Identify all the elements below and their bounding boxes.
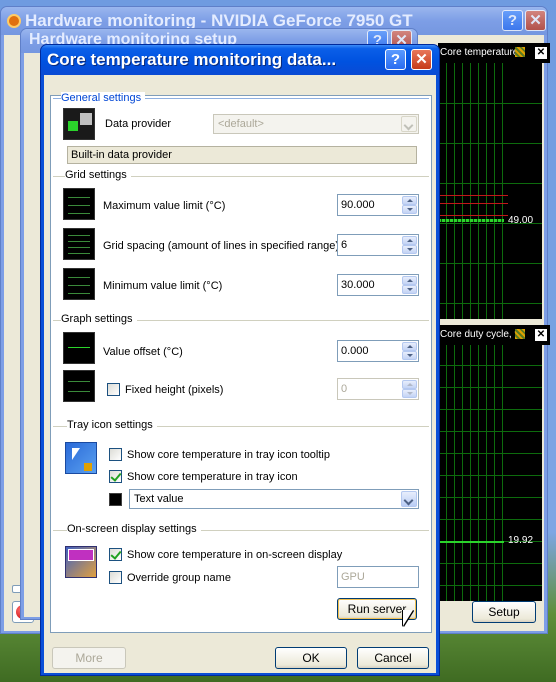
tray-icon-checkbox[interactable] — [109, 470, 122, 483]
data-provider-label: Data provider — [105, 118, 172, 130]
value-offset-spinner[interactable]: 0.000 — [337, 340, 419, 362]
help-button[interactable]: ? — [502, 10, 523, 31]
dialog-help-button[interactable]: ? — [385, 49, 406, 70]
more-button: More — [52, 647, 126, 669]
grid-spacing-value: 6 — [341, 239, 348, 251]
provider-description: Built-in data provider — [71, 149, 172, 161]
osd-settings-heading: On-screen display settings — [67, 523, 201, 535]
grid-spacing-icon — [63, 228, 95, 260]
value-offset-value: 0.000 — [341, 345, 369, 357]
fixed-height-value: 0 — [341, 383, 348, 395]
value-offset-icon — [63, 332, 95, 364]
graph1-area[interactable]: 49.00 — [438, 63, 542, 319]
graph2-close-icon[interactable]: ✕ — [535, 329, 547, 341]
max-limit-icon — [63, 188, 95, 220]
spin-down-icon[interactable] — [402, 351, 417, 360]
data-provider-value: <default> — [218, 118, 264, 130]
setup-button[interactable]: Setup — [472, 601, 536, 623]
graph1-title: Core temperature, °C — [440, 47, 516, 58]
chevron-down-icon[interactable] — [401, 491, 417, 507]
spin-up-icon[interactable] — [402, 196, 417, 205]
provider-description-box: Built-in data provider — [67, 146, 417, 164]
osd-show-checkbox[interactable] — [109, 548, 122, 561]
grid-settings-heading: Grid settings — [65, 169, 131, 181]
graph1-settings-icon[interactable] — [515, 47, 525, 57]
dialog-title: Core temperature monitoring data... — [47, 50, 337, 69]
grid-spacing-spinner[interactable]: 6 — [337, 234, 419, 256]
graph2-settings-icon[interactable] — [515, 329, 525, 339]
spin-up-icon[interactable] — [402, 236, 417, 245]
graph2-title: Core duty cycle, % — [440, 329, 516, 340]
settings-panel: General settings Data provider <default>… — [50, 92, 432, 633]
grid-spacing-label: Grid spacing (amount of lines in specifi… — [103, 240, 340, 252]
osd-show-label[interactable]: Show core temperature in on-screen displ… — [127, 549, 342, 561]
dialog-client: General settings Data provider <default>… — [44, 75, 436, 673]
graph1-limit-line — [438, 195, 508, 196]
close-button[interactable]: ✕ — [525, 10, 546, 31]
spin-up-icon[interactable] — [402, 276, 417, 285]
min-value: 30.000 — [341, 279, 375, 291]
min-value-label: Minimum value limit (°C) — [103, 280, 223, 292]
max-value-spinner[interactable]: 90.000 — [337, 194, 419, 216]
max-value-label: Maximum value limit (°C) — [103, 200, 226, 212]
override-group-checkbox[interactable] — [109, 571, 122, 584]
mouse-cursor-icon — [403, 610, 413, 626]
data-provider-icon — [63, 108, 95, 140]
ok-button[interactable]: OK — [275, 647, 347, 669]
spin-down-icon[interactable] — [402, 245, 417, 254]
graph1-current-value: 49.00 — [508, 215, 534, 226]
fixed-height-checkbox[interactable] — [107, 383, 120, 396]
tray-mode-select[interactable]: Text value — [129, 489, 419, 509]
graph2-area[interactable]: 19.92 — [438, 345, 542, 601]
value-offset-label: Value offset (°C) — [103, 346, 183, 358]
tray-tooltip-checkbox[interactable] — [109, 448, 122, 461]
graph1-limit-line — [438, 215, 508, 216]
graph-settings-heading: Graph settings — [61, 313, 137, 325]
spin-up-icon — [402, 380, 417, 389]
max-value: 90.000 — [341, 199, 375, 211]
fixed-height-icon — [63, 370, 95, 402]
group-name-field: GPU — [337, 566, 419, 588]
graph1-header: Core temperature, °C — [438, 43, 550, 63]
tray-icon-image — [65, 442, 97, 474]
min-limit-icon — [63, 268, 95, 300]
spin-up-icon[interactable] — [402, 342, 417, 351]
graph2-data-line — [438, 541, 504, 543]
graph1-limit-line — [438, 203, 508, 204]
tray-icon-label[interactable]: Show core temperature in tray icon — [127, 471, 298, 483]
dialog-titlebar[interactable]: Core temperature monitoring data... — [41, 45, 439, 75]
spin-down-icon[interactable] — [402, 205, 417, 214]
cancel-button[interactable]: Cancel — [357, 647, 429, 669]
data-provider-select: <default> — [213, 114, 419, 134]
graph1-data-line — [438, 219, 504, 222]
graph2-header: Core duty cycle, % — [438, 325, 550, 345]
graph2-current-value: 19.92 — [508, 535, 534, 546]
tray-mode-value: Text value — [134, 493, 184, 505]
osd-icon — [65, 546, 97, 578]
spin-down-icon[interactable] — [402, 285, 417, 294]
chevron-down-icon — [401, 116, 417, 132]
app-icon — [7, 14, 21, 28]
tray-settings-heading: Tray icon settings — [67, 419, 157, 431]
dialog-close-button[interactable]: ✕ — [411, 49, 432, 70]
fixed-height-label[interactable]: Fixed height (pixels) — [125, 384, 223, 396]
fixed-height-spinner: 0 — [337, 378, 419, 400]
core-temperature-dialog: Core temperature monitoring data... ? ✕ … — [40, 44, 440, 676]
min-value-spinner[interactable]: 30.000 — [337, 274, 419, 296]
group-name-value: GPU — [341, 571, 365, 583]
tray-color-swatch[interactable] — [109, 493, 122, 506]
override-group-label[interactable]: Override group name — [127, 572, 231, 584]
tray-tooltip-label[interactable]: Show core temperature in tray icon toolt… — [127, 449, 330, 461]
general-settings-heading: General settings — [61, 92, 146, 104]
spin-down-icon — [402, 389, 417, 398]
graph1-close-icon[interactable]: ✕ — [535, 47, 547, 59]
